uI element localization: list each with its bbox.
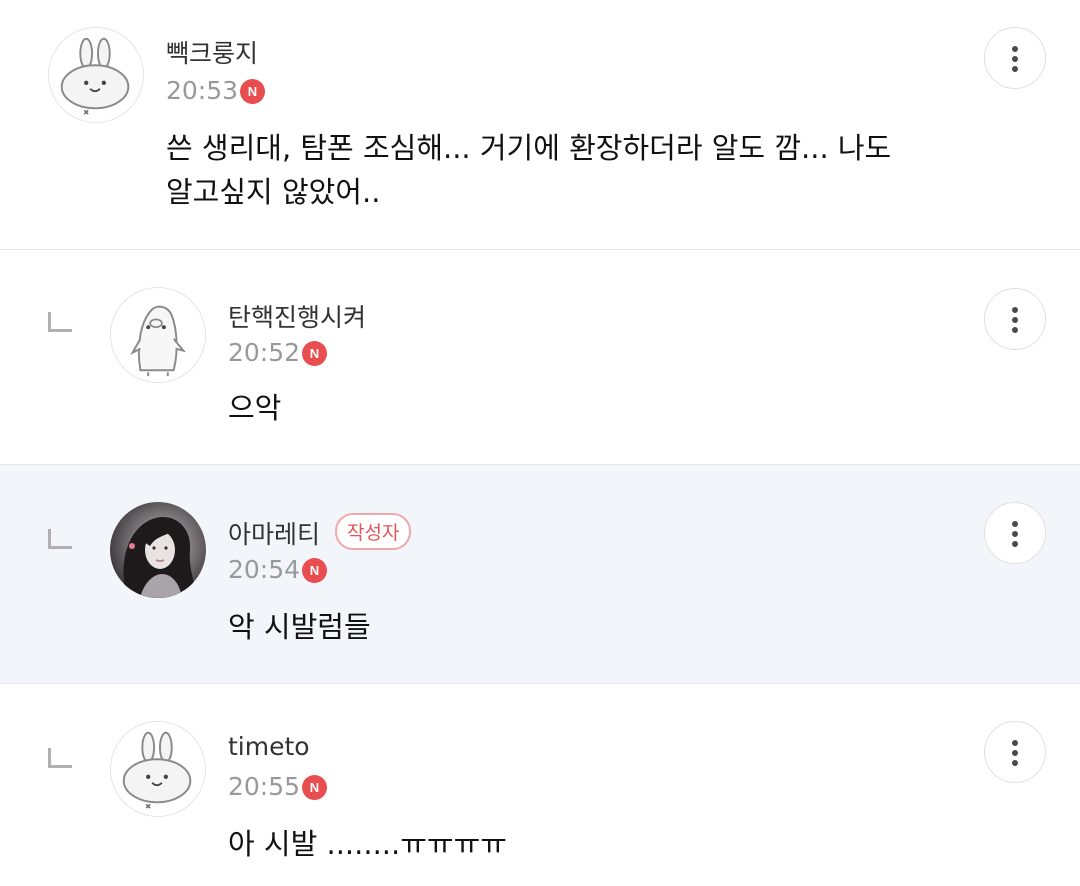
rabbit-avatar-icon bbox=[49, 28, 143, 122]
comment-nickname[interactable]: 탄핵진행시켜 bbox=[228, 298, 366, 334]
reply-indent-icon bbox=[48, 312, 72, 332]
new-badge-icon: N bbox=[302, 341, 327, 366]
avatar[interactable] bbox=[48, 27, 144, 123]
comment-text: 쓴 생리대, 탐폰 조심해... 거기에 환장하더라 알도 깜... 나도 알고… bbox=[166, 126, 891, 214]
author-reply-comment-item: 아마레티 작성자 20:54 N 악 시발럼들 bbox=[0, 465, 1080, 684]
reply-comment-item: 탄핵진행시켜 20:52 N 으악 bbox=[0, 250, 1080, 465]
reply-indent-icon bbox=[48, 748, 72, 768]
more-options-button[interactable] bbox=[984, 288, 1046, 350]
comment-time: 20:52 bbox=[228, 338, 301, 367]
comment-nickname[interactable]: 아마레티 bbox=[228, 515, 320, 551]
new-badge-icon: N bbox=[302, 775, 327, 800]
avatar[interactable] bbox=[110, 502, 206, 598]
more-options-button[interactable] bbox=[984, 721, 1046, 783]
reply-comment-item: timeto 20:55 N 아 시발 ........ㅠㅠㅠㅠ bbox=[0, 684, 1080, 886]
comment-text: 아 시발 ........ㅠㅠㅠㅠ bbox=[228, 827, 507, 861]
comment-item: 빽크룽지 20:53 N 쓴 생리대, 탐폰 조심해... 거기에 환장하더라 … bbox=[0, 0, 1080, 250]
more-options-button[interactable] bbox=[984, 502, 1046, 564]
profile-photo-icon bbox=[110, 502, 206, 598]
more-options-button[interactable] bbox=[984, 27, 1046, 89]
comment-list: 빽크룽지 20:53 N 쓴 생리대, 탐폰 조심해... 거기에 환장하더라 … bbox=[0, 0, 1080, 886]
penguin-avatar-icon bbox=[111, 288, 205, 382]
new-badge-icon: N bbox=[240, 79, 265, 104]
comment-text-line: 쓴 생리대, 탐폰 조심해... 거기에 환장하더라 알도 깜... 나도 bbox=[166, 131, 892, 165]
comment-text: 악 시발럼들 bbox=[228, 610, 371, 644]
reply-indent-icon bbox=[48, 529, 72, 549]
avatar[interactable] bbox=[110, 721, 206, 817]
comment-time: 20:53 bbox=[166, 76, 239, 105]
comment-text: 으악 bbox=[228, 391, 282, 425]
new-badge-icon: N bbox=[302, 558, 327, 583]
comment-nickname[interactable]: timeto bbox=[228, 732, 310, 761]
author-badge: 작성자 bbox=[335, 513, 412, 550]
avatar[interactable] bbox=[110, 287, 206, 383]
comment-text-line: 알고싶지 않았어.. bbox=[166, 175, 381, 209]
comment-time: 20:55 bbox=[228, 772, 301, 801]
rabbit-avatar-icon bbox=[111, 722, 205, 816]
comment-time: 20:54 bbox=[228, 555, 301, 584]
comment-nickname[interactable]: 빽크룽지 bbox=[166, 34, 258, 70]
